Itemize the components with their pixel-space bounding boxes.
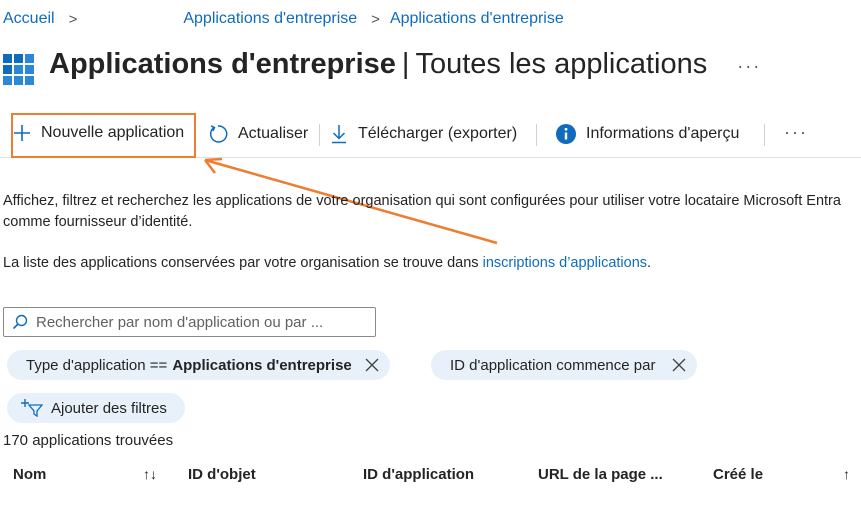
- page-title: Applications d'entreprise | Toutes les app…: [49, 47, 708, 80]
- column-header-name[interactable]: Nom: [13, 466, 46, 483]
- info-icon: [556, 124, 576, 144]
- chevron-right-icon: >: [371, 10, 380, 28]
- more-commands-icon[interactable]: ···: [784, 122, 808, 143]
- plus-icon: [14, 125, 30, 141]
- close-icon[interactable]: [364, 357, 380, 373]
- search-input[interactable]: [36, 313, 356, 331]
- sort-ascending-icon[interactable]: ↑: [843, 466, 850, 482]
- close-icon[interactable]: [671, 357, 687, 373]
- result-count: 170 applications trouvées: [3, 432, 174, 449]
- preview-info-button[interactable]: Informations d'aperçu: [556, 124, 739, 144]
- filter-pill-app-type[interactable]: Type d'application == Applications d'entr…: [7, 350, 390, 380]
- app-registrations-link[interactable]: inscriptions d’applications: [483, 255, 647, 271]
- column-header-homepage-url[interactable]: URL de la page ...: [538, 466, 663, 483]
- column-header-app-id[interactable]: ID d'application: [363, 466, 474, 483]
- page-description: Affichez, filtrez et recherchez les appl…: [3, 193, 841, 230]
- add-filter-icon: [21, 399, 43, 418]
- download-button[interactable]: Télécharger (exporter): [330, 124, 517, 144]
- filter-pill-app-id[interactable]: ID d'application commence par: [431, 350, 698, 380]
- column-header-object-id[interactable]: ID d'objet: [188, 466, 256, 483]
- breadcrumb-enterprise-apps[interactable]: Applications d'entreprise: [183, 10, 357, 28]
- page-subtitle: Toutes les applications: [415, 47, 708, 80]
- breadcrumb-enterprise-apps-current[interactable]: Applications d'entreprise: [390, 10, 564, 28]
- new-application-button[interactable]: Nouvelle application: [13, 124, 184, 142]
- search-icon: [12, 314, 28, 330]
- column-header-created[interactable]: Créé le: [713, 466, 763, 483]
- breadcrumb: Accueil > Applications d'entreprise > Ap…: [3, 10, 564, 28]
- page-header: Applications d'entreprise | Toutes les app…: [3, 42, 761, 86]
- app-registrations-note: La liste des applications conservées par…: [3, 255, 652, 271]
- refresh-icon: [209, 125, 228, 143]
- command-bar: Nouvelle application Actualiser Téléchar…: [0, 118, 861, 158]
- download-icon: [332, 125, 346, 144]
- chevron-right-icon: >: [68, 10, 78, 28]
- more-options-icon[interactable]: ···: [737, 56, 761, 77]
- search-box: [3, 307, 376, 337]
- sort-icon[interactable]: ↑↓: [143, 466, 157, 482]
- breadcrumb-home[interactable]: Accueil: [3, 10, 55, 28]
- add-filters-button[interactable]: Ajouter des filtres: [7, 393, 185, 423]
- refresh-button[interactable]: Actualiser: [208, 124, 308, 144]
- app-grid-icon: [3, 54, 35, 86]
- table-header: Nom ↑↓ ID d'objet ID d'application URL d…: [0, 462, 861, 492]
